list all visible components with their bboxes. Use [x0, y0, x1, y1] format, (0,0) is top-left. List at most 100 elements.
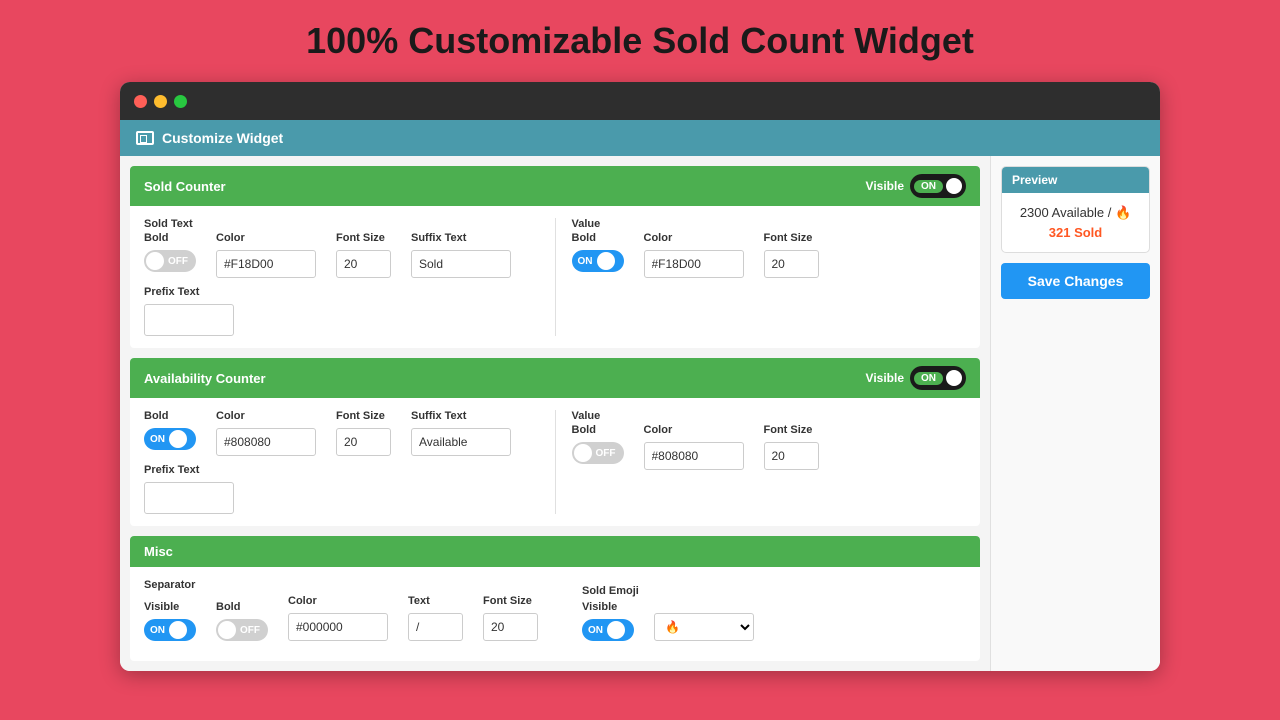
availability-counter-header: Availability Counter Visible ON — [130, 358, 980, 398]
sold-value-fontsize-input[interactable] — [764, 250, 819, 278]
preview-panel: Preview 2300 Available / 🔥321 Sold Save … — [990, 156, 1160, 671]
separator-fontsize-input[interactable] — [483, 613, 538, 641]
availability-visible-toggle[interactable]: ON — [910, 366, 966, 390]
sold-text-prefix-group: Prefix Text — [144, 286, 539, 336]
dot-green[interactable] — [174, 95, 187, 108]
separator-bold-knob — [218, 621, 236, 639]
availability-text-col: Bold ON Color — [144, 410, 539, 514]
customize-widget-icon — [136, 131, 154, 145]
sold-text-suffix-label: Suffix Text — [411, 232, 511, 244]
dot-red[interactable] — [134, 95, 147, 108]
misc-body: Separator Visible ON — [130, 567, 980, 661]
availability-value-color-input[interactable] — [644, 442, 744, 470]
sold-emoji-visible-state: ON — [584, 625, 607, 636]
sold-counter-visible-knob — [946, 178, 962, 194]
sold-emoji-visible-toggle[interactable]: ON — [582, 619, 634, 641]
preview-sold-word: Sold — [1070, 225, 1102, 240]
availability-value-col: Value Bold OFF Colo — [555, 410, 967, 514]
misc-row: Separator Visible ON — [144, 579, 966, 649]
availability-value-fontsize-group: Font Size — [764, 424, 819, 470]
sold-counter-visible-toggle[interactable]: ON — [910, 174, 966, 198]
preview-available-text: 2300 Available / — [1020, 205, 1115, 220]
separator-color-label: Color — [288, 595, 388, 607]
separator-visible-toggle[interactable]: ON — [144, 619, 196, 641]
sold-counter-visible-on-badge: ON — [914, 180, 943, 193]
availability-prefix-group: Prefix Text — [144, 464, 539, 514]
availability-fontsize-label: Font Size — [336, 410, 391, 422]
preview-fire-emoji: 🔥 — [1115, 205, 1131, 220]
separator-fontsize-group: Font Size — [483, 595, 538, 641]
sold-text-bold-group: Bold OFF — [144, 232, 196, 278]
sold-value-color-label: Color — [644, 232, 744, 244]
sold-value-bold-knob — [597, 252, 615, 270]
sold-text-prefix-label: Prefix Text — [144, 286, 539, 298]
availability-visible-label: Visible — [866, 371, 904, 385]
sold-text-suffix-group: Suffix Text — [411, 232, 511, 278]
availability-value-row1: Bold OFF Color — [572, 424, 967, 470]
sold-emoji-select-group: 🔥 ⭐ 💥 ✅ 🎉 — [654, 613, 754, 641]
sold-emoji-controls: Visible ON 🔥 ⭐ — [582, 601, 754, 641]
sold-text-row1: Bold OFF Color — [144, 232, 539, 278]
separator-visible-group: Visible ON — [144, 601, 196, 641]
availability-fontsize-group: Font Size — [336, 410, 391, 456]
separator-visible-label: Visible — [144, 601, 196, 613]
sold-text-fontsize-input[interactable] — [336, 250, 391, 278]
availability-value-fontsize-input[interactable] — [764, 442, 819, 470]
availability-counter-label: Availability Counter — [144, 371, 266, 386]
sold-value-bold-toggle[interactable]: ON — [572, 250, 624, 272]
sold-text-bold-toggle[interactable]: OFF — [144, 250, 196, 272]
availability-suffix-label: Suffix Text — [411, 410, 511, 422]
sold-counter-body: Sold Text Bold OFF — [130, 206, 980, 348]
sold-text-suffix-input[interactable] — [411, 250, 511, 278]
availability-bold-toggle[interactable]: ON — [144, 428, 196, 450]
sold-counter-section: Sold Counter Visible ON Sold Text — [130, 166, 980, 348]
sold-value-color-group: Color — [644, 232, 744, 278]
sold-emoji-visible-group: Visible ON — [582, 601, 634, 641]
sold-counter-cols: Sold Text Bold OFF — [144, 218, 966, 336]
sold-text-bold-state: OFF — [164, 256, 192, 267]
sold-counter-visible-label: Visible — [866, 179, 904, 193]
save-changes-button[interactable]: Save Changes — [1001, 263, 1150, 299]
sold-value-color-input[interactable] — [644, 250, 744, 278]
dot-yellow[interactable] — [154, 95, 167, 108]
sold-counter-header: Sold Counter Visible ON — [130, 166, 980, 206]
separator-text-label: Text — [408, 595, 463, 607]
sold-value-col: Value Bold ON Color — [555, 218, 967, 336]
availability-color-group: Color — [216, 410, 316, 456]
availability-prefix-input[interactable] — [144, 482, 234, 514]
availability-value-bold-toggle[interactable]: OFF — [572, 442, 624, 464]
separator-bold-toggle[interactable]: OFF — [216, 619, 268, 641]
sold-emoji-visible-label: Visible — [582, 601, 634, 613]
customize-widget-label: Customize Widget — [162, 130, 283, 146]
sold-text-color-group: Color — [216, 232, 316, 278]
sold-value-bold-group: Bold ON — [572, 232, 624, 278]
availability-suffix-group: Suffix Text — [411, 410, 511, 456]
separator-visible-state: ON — [146, 625, 169, 636]
sold-text-color-label: Color — [216, 232, 316, 244]
sold-text-color-input[interactable] — [216, 250, 316, 278]
separator-text-input[interactable] — [408, 613, 463, 641]
sold-emoji-select[interactable]: 🔥 ⭐ 💥 ✅ 🎉 — [654, 613, 754, 641]
separator-controls: Visible ON Bold — [144, 595, 538, 641]
availability-bold-label: Bold — [144, 410, 196, 422]
misc-label: Misc — [144, 544, 173, 559]
browser-window: Customize Widget Sold Counter Visible ON — [120, 82, 1160, 671]
availability-text-row1: Bold ON Color — [144, 410, 539, 456]
availability-counter-body: Bold ON Color — [130, 398, 980, 526]
availability-value-color-label: Color — [644, 424, 744, 436]
sold-text-bold-label: Bold — [144, 232, 196, 244]
sold-value-fontsize-group: Font Size — [764, 232, 819, 278]
sold-counter-label: Sold Counter — [144, 179, 226, 194]
sold-counter-visible-wrapper: Visible ON — [866, 174, 966, 198]
availability-color-input[interactable] — [216, 428, 316, 456]
sold-text-col: Sold Text Bold OFF — [144, 218, 539, 336]
separator-color-input[interactable] — [288, 613, 388, 641]
availability-suffix-input[interactable] — [411, 428, 511, 456]
availability-prefix-label: Prefix Text — [144, 464, 539, 476]
availability-value-bold-group: Bold OFF — [572, 424, 624, 470]
availability-fontsize-input[interactable] — [336, 428, 391, 456]
availability-visible-knob — [946, 370, 962, 386]
separator-visible-knob — [169, 621, 187, 639]
main-panel: Sold Counter Visible ON Sold Text — [120, 156, 990, 671]
sold-text-prefix-input[interactable] — [144, 304, 234, 336]
